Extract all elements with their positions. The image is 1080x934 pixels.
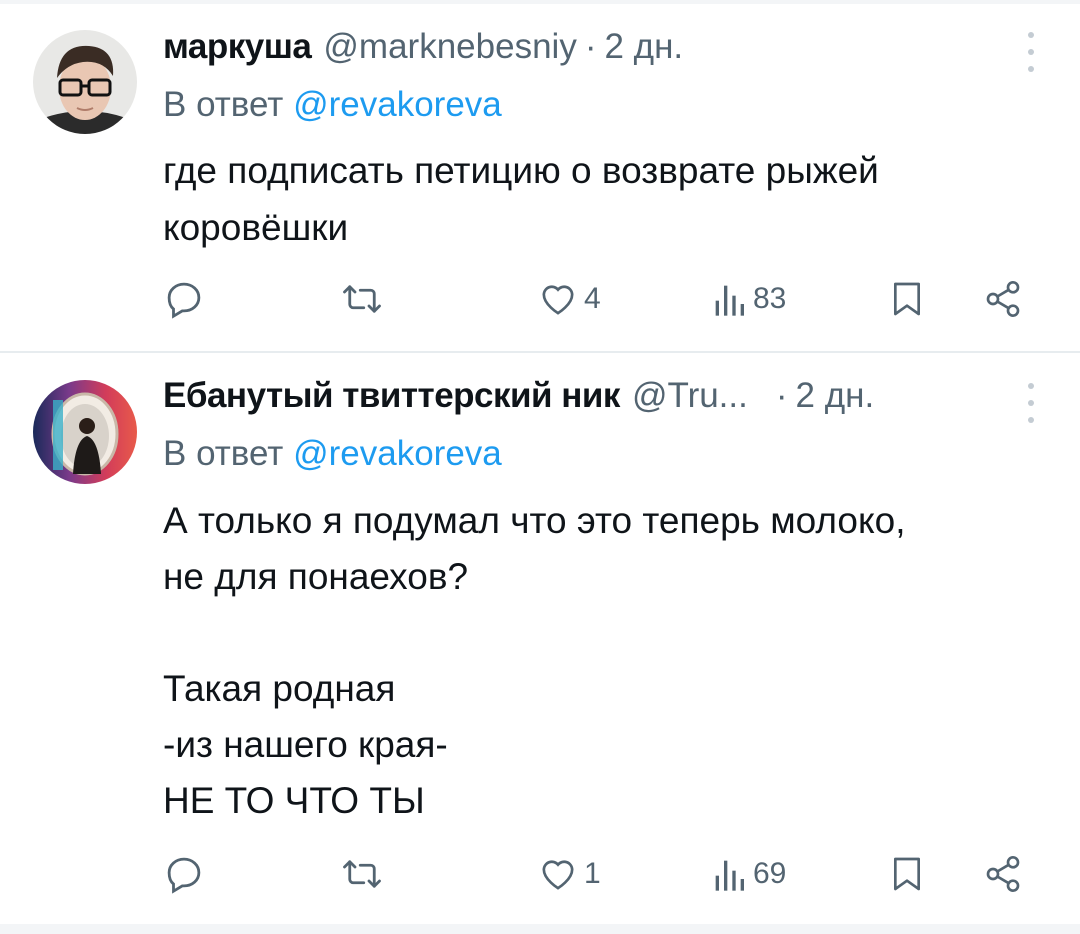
separator-dot: · [584,27,597,66]
share-icon [986,856,1020,892]
bookmark-icon [894,282,920,316]
like-button[interactable]: 4 [538,274,601,324]
share-button[interactable] [983,849,1023,899]
reply-prefix: В ответ [163,434,284,473]
like-count: 1 [584,857,601,890]
view-count: 69 [753,857,787,890]
reply-button[interactable] [163,274,205,324]
views-button[interactable]: 69 [711,849,786,899]
reply-context: В ответ @revakoreva [163,85,502,125]
bookmark-button[interactable] [887,274,927,324]
action-bar: 4 83 [163,274,1043,324]
views-icon [715,285,744,316]
user-handle[interactable]: @marknebesniy [323,27,576,67]
retweet-icon [343,860,381,888]
reply-context: В ответ @revakoreva [163,434,502,474]
like-count: 4 [584,282,601,315]
share-icon [986,281,1020,317]
bottom-edge [0,924,1080,934]
retweet-button[interactable] [341,849,383,899]
tweet-header: маркуша @marknebesniy · 2 дн. [163,27,1040,77]
separator-dot: · [775,376,788,415]
tweet-1[interactable]: маркуша @marknebesniy · 2 дн. В ответ @r… [0,0,1080,352]
more-icon[interactable] [1026,383,1036,423]
tweet-header: Ебанутый твиттерский ник @Tru... · 2 дн. [163,376,1040,426]
bookmark-button[interactable] [887,849,927,899]
user-handle[interactable]: @Tru... [632,376,748,416]
bookmark-icon [894,857,920,891]
timestamp[interactable]: 2 дн. [796,376,875,416]
views-button[interactable]: 83 [711,274,786,324]
tweet-text: где подписать петицию о возврате рыжей к… [163,150,879,248]
more-icon[interactable] [1026,32,1036,72]
timestamp[interactable]: 2 дн. [604,27,683,67]
views-icon [715,860,744,891]
like-icon [542,285,574,315]
retweet-icon [343,285,381,313]
like-button[interactable]: 1 [538,849,601,899]
like-icon [542,860,574,890]
tweet-2[interactable]: Ебанутый твиттерский ник @Tru... · 2 дн.… [0,353,1080,934]
tweet-text: А только я подумал что это теперь молоко… [163,500,906,821]
reply-icon [167,857,201,894]
reply-prefix: В ответ [163,85,284,124]
share-button[interactable] [983,274,1023,324]
reply-icon [167,282,201,319]
reply-button[interactable] [163,849,205,899]
reply-mention-link[interactable]: @revakoreva [293,85,502,124]
reply-mention-link[interactable]: @revakoreva [293,434,502,473]
display-name[interactable]: Ебанутый твиттерский ник [163,376,620,416]
action-bar: 1 69 [163,849,1043,899]
retweet-button[interactable] [341,274,383,324]
display-name[interactable]: маркуша [163,27,312,67]
view-count: 83 [753,282,787,315]
avatar[interactable] [33,30,137,134]
avatar[interactable] [33,380,137,484]
